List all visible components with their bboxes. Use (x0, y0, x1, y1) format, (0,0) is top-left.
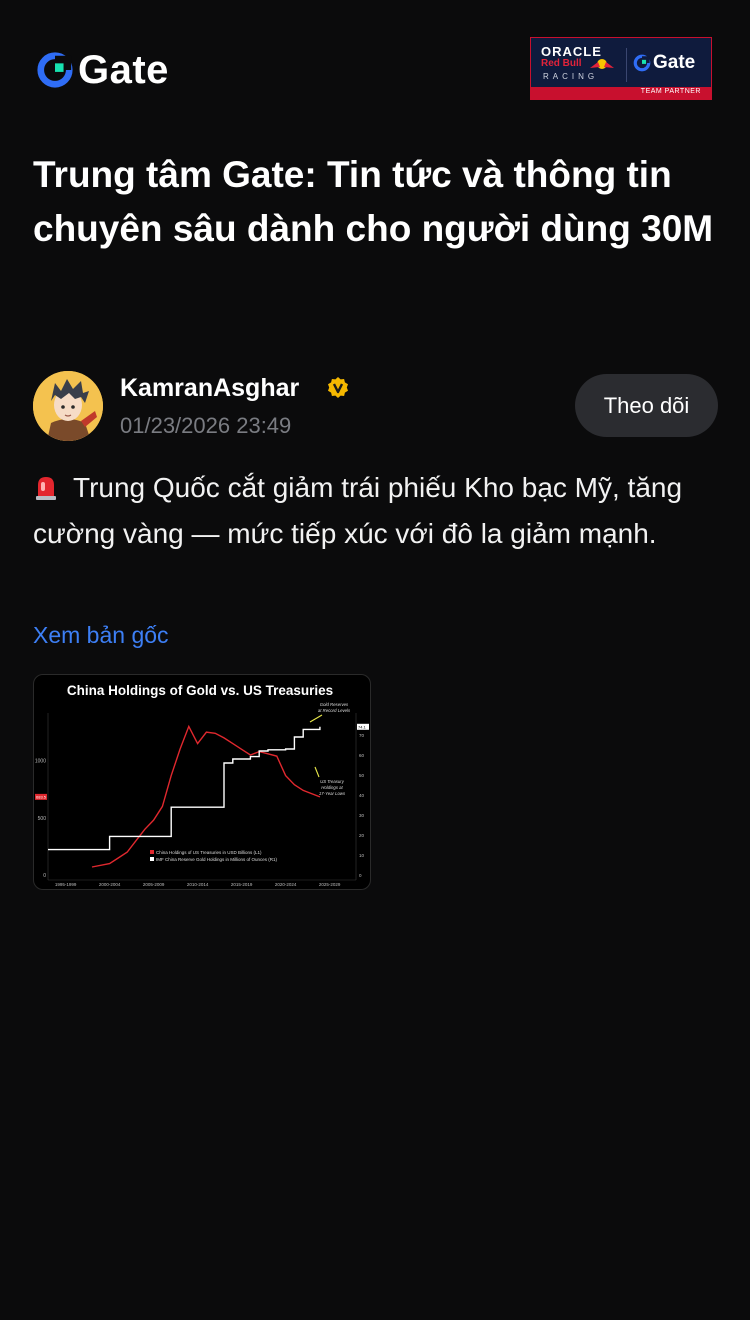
chart-series-line (48, 726, 321, 851)
post-timestamp: 01/23/2026 23:49 (120, 413, 292, 438)
annotation-treasury-arrow (314, 766, 320, 778)
annotation-treasury-line1: US Treasury (320, 779, 345, 784)
gate-logo[interactable]: Gate (36, 50, 169, 90)
legend-label: China Holdings of US Treasuries in USD B… (156, 850, 262, 855)
partner-redbull-text: Red Bull (541, 58, 582, 69)
y-left-tick-label: 500 (38, 816, 47, 822)
x-tick-label: 2025-2029 (319, 882, 341, 887)
legend-swatch (150, 850, 154, 854)
chart-title: China Holdings of Gold vs. US Treasuries (67, 683, 333, 698)
follow-button[interactable]: Theo dõi (575, 374, 718, 437)
y-right-tick-label: 60 (359, 753, 365, 758)
red-bull-icon (590, 59, 614, 69)
x-tick-label: 2005-2009 (143, 882, 165, 887)
y-right-tick-label: 0 (359, 873, 362, 878)
chart-series-line (91, 724, 321, 868)
y-right-tick-label: 70 (359, 733, 365, 738)
page-title: Trung tâm Gate: Tin tức và thông tin chu… (33, 154, 714, 249)
partner-gate-text: Gate (653, 52, 696, 73)
annotation-gold-line1: Gold Reserves (320, 702, 349, 707)
post-chart-image[interactable]: China Holdings of Gold vs. US Treasuries… (33, 674, 371, 890)
y-left-marker-label: 683.5 (36, 794, 47, 799)
y-right-tick-label: 40 (359, 793, 365, 798)
partner-gate-logo: Gate (633, 52, 695, 74)
legend-label: IMF China Reserve Gold Holdings in Milli… (156, 857, 278, 862)
partner-tag: TEAM PARTNER (640, 88, 701, 95)
y-right-tick-label: 30 (359, 813, 365, 818)
post-author-row: KamranAsghar 01/23/2026 23:49 Theo dõi (33, 370, 718, 442)
post-content: Trung Quốc cắt giảm trái phiếu Kho bạc M… (33, 465, 713, 557)
annotation-gold-line2: at Record Levels (318, 708, 351, 713)
gate-logo-icon (633, 54, 651, 72)
annotation-gold-arrow (309, 714, 323, 723)
y-right-marker-label: 74.1 (358, 724, 367, 729)
x-tick-label: 1995-1999 (55, 882, 77, 887)
x-tick-label: 2015-2019 (231, 882, 253, 887)
partner-racing-text: RACING (543, 72, 599, 81)
partner-bar: TEAM PARTNER (531, 87, 711, 99)
partner-divider (626, 48, 627, 82)
y-right-tick-label: 20 (359, 833, 365, 838)
x-tick-label: 2020-2024 (275, 882, 297, 887)
post-text: Trung Quốc cắt giảm trái phiếu Kho bạc M… (33, 472, 683, 549)
app-header: Gate ORACLE Red Bull RACING Gate TEAM PA… (0, 0, 750, 140)
x-tick-label: 2010-2014 (187, 882, 209, 887)
avatar[interactable] (33, 371, 103, 441)
y-left-tick-label: 1000 (35, 759, 46, 765)
verified-badge-icon (328, 377, 348, 398)
gate-logo-icon (37, 52, 73, 88)
annotation-treasury-line2: Holdings at (321, 785, 343, 790)
team-partner-banner[interactable]: ORACLE Red Bull RACING Gate TEAM PARTNER (530, 37, 712, 100)
legend-swatch (150, 857, 154, 861)
chart-svg: China Holdings of Gold vs. US Treasuries… (35, 683, 369, 887)
logo-text: Gate (78, 48, 169, 92)
annotation-treasury-line3: 17-Year Lows (319, 791, 346, 796)
y-right-tick-label: 10 (359, 853, 365, 858)
view-original-link[interactable]: Xem bản gốc (33, 622, 169, 649)
y-left-tick-label: 0 (43, 873, 46, 879)
avatar-image (33, 371, 103, 441)
y-right-tick-label: 50 (359, 773, 365, 778)
author-name[interactable]: KamranAsghar (120, 374, 299, 403)
x-tick-label: 2000-2004 (99, 882, 121, 887)
siren-emoji-icon (36, 477, 56, 500)
